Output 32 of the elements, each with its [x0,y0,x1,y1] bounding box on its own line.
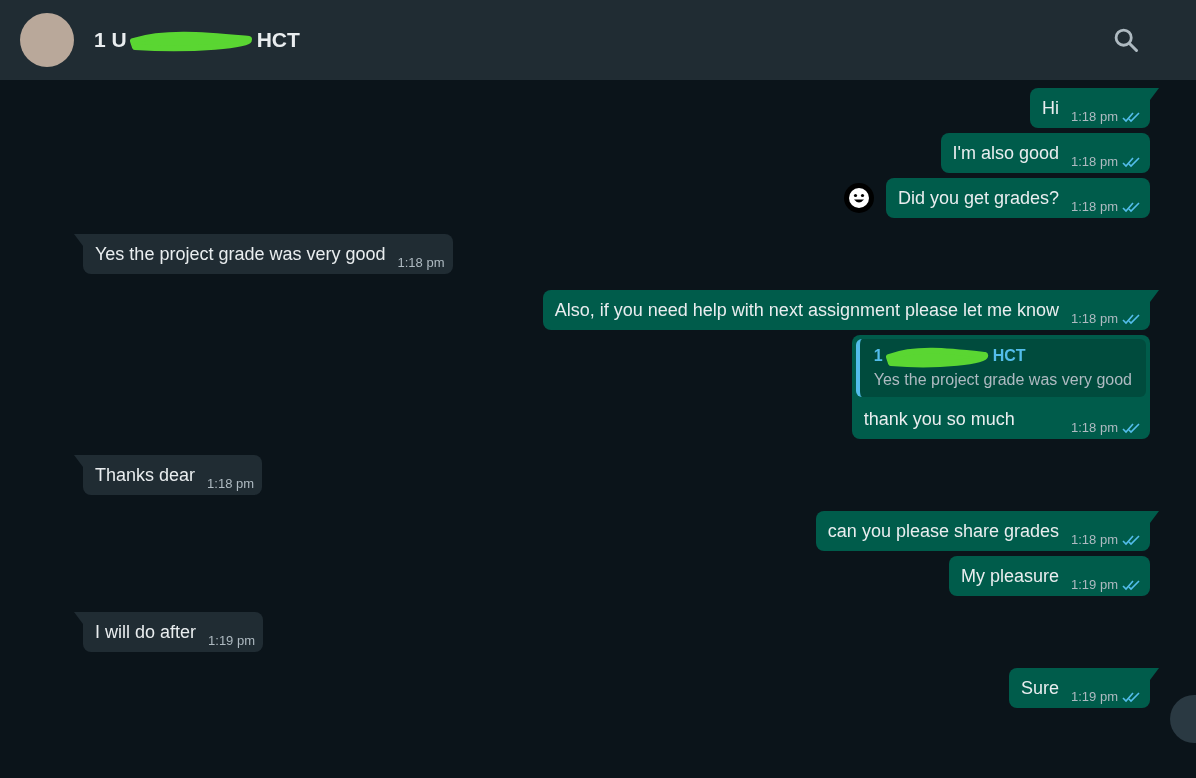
message-time: 1:18 pm [1071,420,1118,435]
message-text: I will do after [95,621,197,644]
quoted-message[interactable]: 1 HCT Yes the project grade was very good [855,339,1146,397]
smiley-icon [847,187,870,209]
search-icon[interactable] [1112,26,1140,54]
message-text: I'm also good [952,142,1059,165]
quoted-sender-text: 1 [873,347,883,365]
message-time: 1:18 pm [1071,199,1118,214]
message-time: 1:18 pm [1071,311,1118,326]
message-text: Thanks dear [95,464,196,487]
message-text: can you please share grades [827,520,1059,543]
avatar-photo-placeholder [20,13,74,67]
message-time: 1:19 pm [1071,577,1118,592]
message-text: Also, if you need help with next assignment please let me know [554,299,1059,322]
emoji-reaction-button[interactable] [843,183,874,213]
message-text: Yes the project grade was very good [95,243,386,266]
message-text: Sure [1021,677,1059,700]
message-text: Hi [1042,97,1059,120]
message-time: 1:19 pm [1071,689,1118,704]
contact-name-text: HCT [256,28,300,52]
message-text: Did you get grades? [897,187,1059,210]
contact-name-text: 1 U [94,28,127,52]
message-time: 1:18 pm [397,255,445,270]
message-text: My pleasure [960,565,1059,588]
quoted-text: Yes the project grade was very good [873,371,1132,389]
message-time: 1:18 pm [1071,154,1118,169]
quoted-sender-text: HCT [992,347,1026,365]
message-time: 1:18 pm [207,476,255,491]
message-text: thank you so much [863,408,1015,431]
message-time: 1:18 pm [1071,532,1118,547]
message-time: 1:18 pm [1071,109,1118,124]
message-time: 1:19 pm [208,633,256,648]
